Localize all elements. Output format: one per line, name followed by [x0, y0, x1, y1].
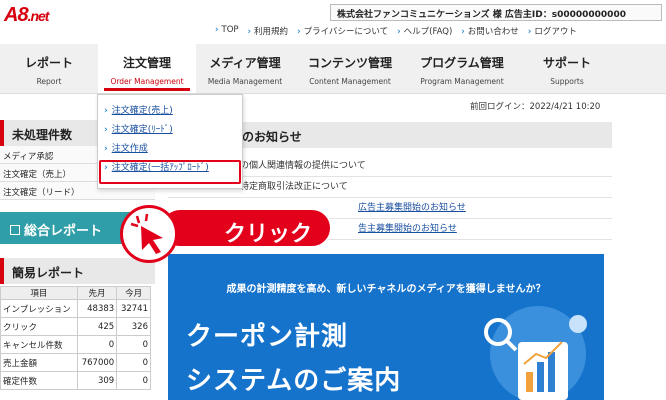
link-logout[interactable]: ログアウト: [528, 25, 577, 37]
company-info: 株式会社ファンコミュニケーションズ 様 広告主ID：s00000000000: [330, 4, 662, 21]
table-row: インプレッション 48383 32741: [0, 299, 151, 318]
nav-content-management[interactable]: コンテンツ管理 Content Management: [294, 44, 406, 93]
table-row: キャンセル件数 0 0: [0, 335, 151, 354]
banner-heading-line1: クーポン計測: [186, 322, 349, 352]
link-top[interactable]: TOP: [215, 25, 239, 37]
nav-support[interactable]: サポート Supports: [518, 44, 616, 93]
menu-item-create-order[interactable]: 注文作成: [98, 140, 242, 159]
nav-media-management[interactable]: メディア管理 Media Management: [196, 44, 294, 93]
cursor-arrow-icon: [130, 213, 163, 254]
highlight-frame: [99, 160, 241, 184]
cursor-circle: [120, 205, 178, 263]
menu-item-confirm-lead[interactable]: 注文確定(ﾘｰﾄﾞ): [98, 121, 242, 140]
table-row: 確定件数 309 0: [0, 371, 151, 390]
link-help[interactable]: ヘルプ(FAQ): [397, 25, 453, 37]
banner-heading-line2: システムのご案内: [186, 366, 402, 396]
main-nav: レポート Report 注文管理 Order Management メディア管理 Me…: [0, 44, 666, 94]
last-login: 前回ログイン：2022/4/21 10:20: [470, 102, 601, 112]
click-callout: クリック: [120, 205, 333, 263]
table-row: クリック 425 326: [0, 317, 151, 336]
nav-program-management[interactable]: プログラム管理 Program Management: [406, 44, 518, 93]
analytics-illustration-icon: [484, 306, 587, 400]
simple-report-table: 項目 先月 今月 インプレッション 48383 32741 クリック 425 326 キャン…: [0, 286, 151, 390]
nav-order-management[interactable]: 注文管理 Order Management: [98, 44, 196, 93]
link-terms[interactable]: 利用規約: [248, 25, 288, 37]
a8-logo[interactable]: A8.net: [4, 4, 49, 27]
chart-icon: [10, 225, 20, 235]
link-contact[interactable]: お問い合わせ: [461, 25, 519, 37]
top-links: TOP 利用規約 プライバシーについて ヘルプ(FAQ) お問い合わせ ログアウ…: [215, 25, 577, 37]
table-row: 売上金額 767000 0: [0, 353, 151, 372]
header: A8.net 株式会社ファンコミュニケーションズ 様 広告主ID：s000000…: [0, 0, 666, 44]
nav-report[interactable]: レポート Report: [0, 44, 98, 93]
banner-subtitle: 成果の計測精度を高め、新しいチャネルのメディアを獲得しませんか？: [226, 284, 546, 295]
click-label: クリック: [160, 208, 332, 248]
menu-item-confirm-sales[interactable]: 注文確定(売上): [98, 102, 242, 121]
simple-report-title: 簡易レポート: [0, 258, 155, 284]
simple-report-panel: 簡易レポート 項目 先月 今月 インプレッション 48383 32741 クリック 425…: [0, 258, 155, 390]
coupon-banner[interactable]: 成果の計測精度を高め、新しいチャネルのメディアを獲得しませんか？ クーポン計測 …: [168, 254, 604, 400]
link-privacy[interactable]: プライバシーについて: [297, 25, 389, 37]
